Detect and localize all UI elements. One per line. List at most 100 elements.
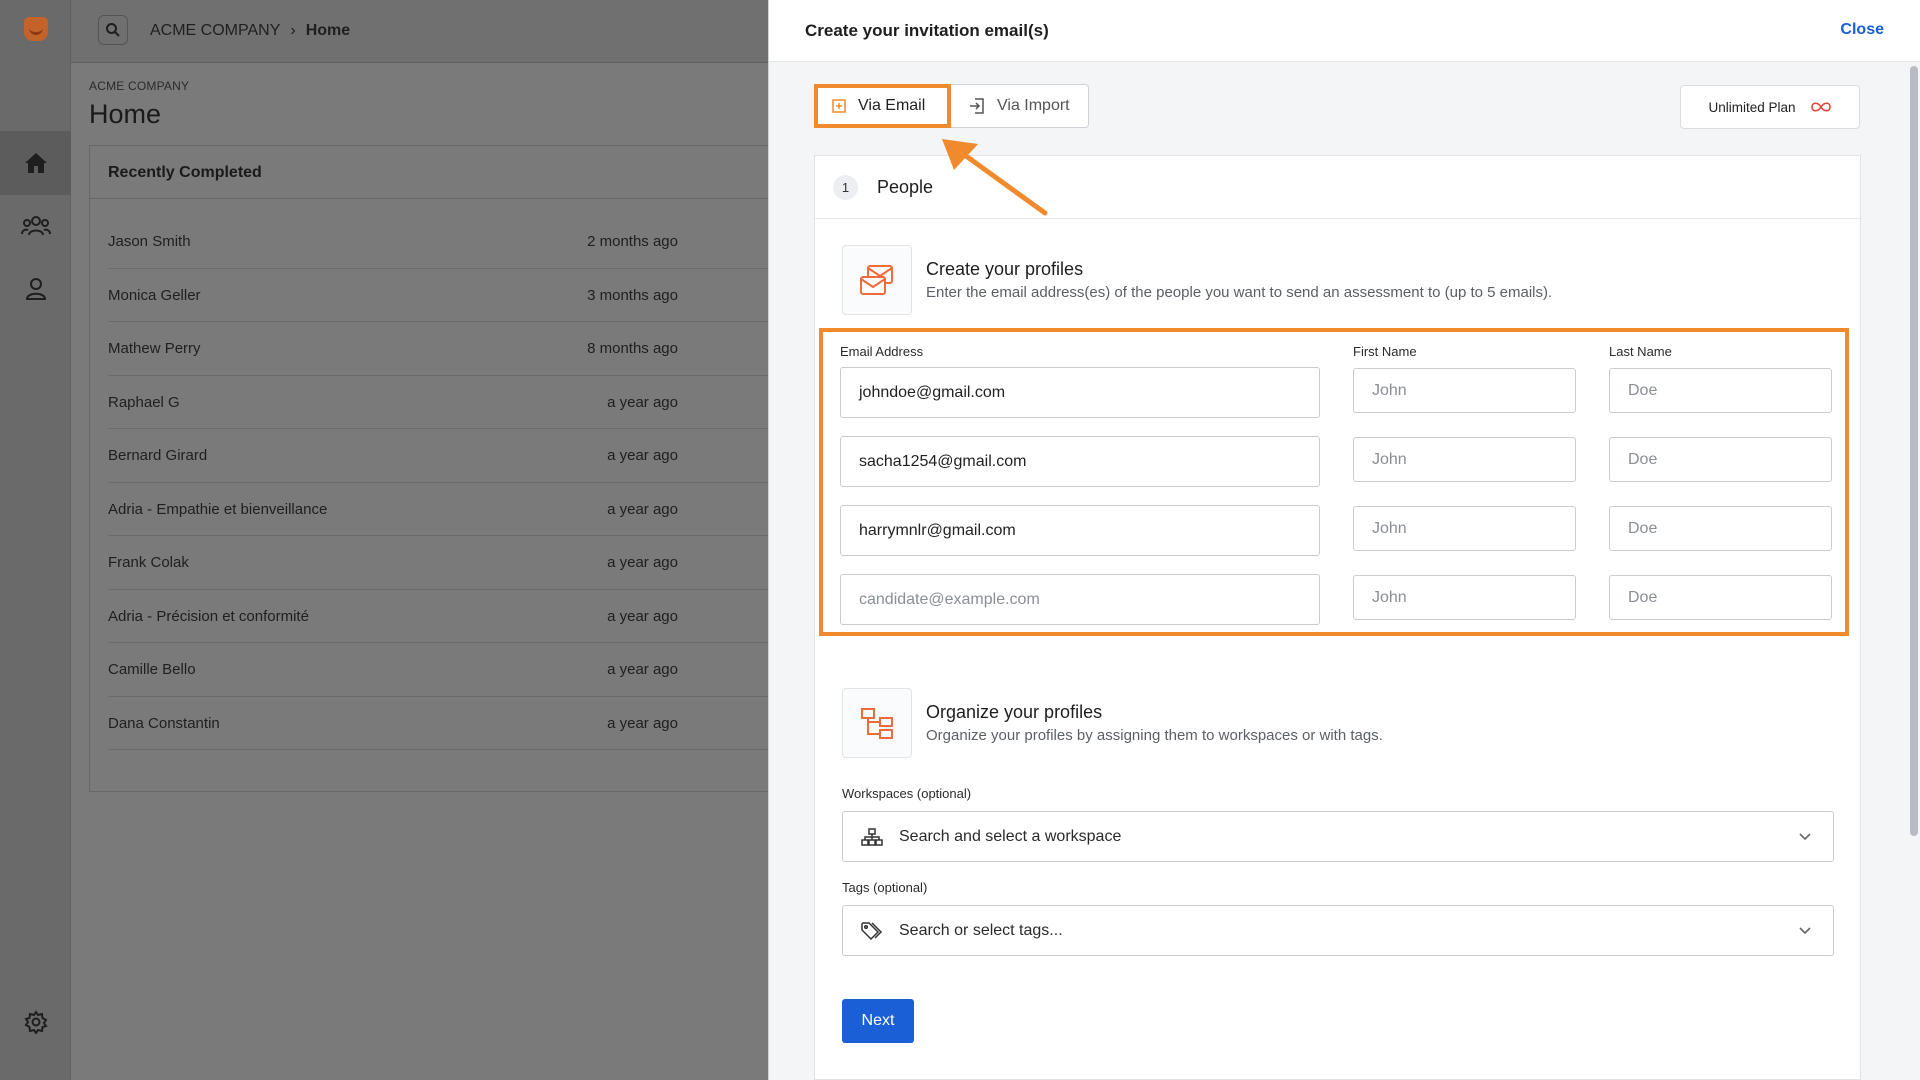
- annotation-arrow-icon: [942, 139, 1048, 216]
- list-item-time: 3 months ago: [587, 286, 678, 304]
- tags-select-placeholder: Search or select tags...: [899, 921, 1063, 939]
- email-column-label: Email Address: [840, 344, 924, 359]
- last-name-field[interactable]: Doe: [1609, 575, 1832, 620]
- hierarchy-icon: [861, 827, 883, 846]
- list-item-time: a year ago: [607, 500, 678, 518]
- list-item-name: Raphael G: [108, 393, 180, 411]
- breadcrumb: ACME COMPANY › Home: [150, 22, 350, 40]
- organize-profiles-subtitle: Organize your profiles by assigning them…: [926, 727, 1383, 744]
- list-item-name: Monica Geller: [108, 286, 201, 304]
- nav-home[interactable]: [0, 131, 71, 195]
- tags-label: Tags (optional): [842, 880, 928, 895]
- list-item[interactable]: Jason Smith 2 months ago: [108, 215, 770, 269]
- list-item[interactable]: Camille Bello a year ago: [108, 643, 770, 697]
- create-profiles-section: Create your profiles Enter the email add…: [842, 245, 1552, 315]
- home-icon: [24, 153, 47, 173]
- invite-method-tabs: Via Email Via Import: [814, 84, 1089, 128]
- recently-completed-list: Jason Smith 2 months ago Monica Geller 3 m…: [90, 199, 788, 750]
- email-field[interactable]: harrymnlr@gmail.com: [840, 505, 1320, 556]
- app-logo[interactable]: [24, 17, 48, 41]
- organize-profiles-section: Organize your profiles Organize your pro…: [842, 688, 1383, 758]
- plan-label: Unlimited Plan: [1708, 99, 1796, 115]
- first-name-column-label: First Name: [1353, 344, 1417, 359]
- last-name-field[interactable]: Doe: [1609, 506, 1832, 551]
- tab-via-import-label: Via Import: [997, 97, 1070, 114]
- first-name-field[interactable]: John: [1353, 575, 1576, 620]
- close-button[interactable]: Close: [1840, 21, 1884, 39]
- organize-profiles-icon-box: [842, 688, 912, 758]
- list-item[interactable]: Adria - Empathie et bienveillance a year …: [108, 483, 770, 536]
- list-item-name: Adria - Empathie et bienveillance: [108, 500, 328, 518]
- panel-header: Create your invitation email(s) Close: [769, 0, 1920, 62]
- org-tree-icon: [861, 708, 893, 739]
- list-item-name: Camille Bello: [108, 661, 196, 678]
- email-field[interactable]: sacha1254@gmail.com: [840, 436, 1320, 487]
- tab-via-import[interactable]: Via Import: [951, 84, 1089, 128]
- create-profiles-subtitle: Enter the email address(es) of the peopl…: [926, 284, 1553, 301]
- workspace-select-placeholder: Search and select a workspace: [899, 827, 1122, 845]
- workspace-select[interactable]: Search and select a workspace: [842, 811, 1834, 862]
- scrollbar[interactable]: [1910, 66, 1918, 836]
- organize-profiles-text: Organize your profiles Organize your pro…: [926, 702, 1383, 744]
- users-group-icon: [20, 216, 51, 236]
- top-bar: ACME COMPANY › Home: [71, 0, 771, 63]
- email-field[interactable]: candidate@example.com: [840, 574, 1320, 625]
- list-item[interactable]: Frank Colak a year ago: [108, 536, 770, 590]
- nav-settings[interactable]: [0, 990, 71, 1054]
- gear-icon: [23, 1010, 48, 1034]
- list-item-name: Frank Colak: [108, 554, 189, 571]
- page-header: ACME COMPANY Home: [89, 79, 189, 130]
- recently-completed-title: Recently Completed: [90, 146, 788, 199]
- list-item[interactable]: Monica Geller 3 months ago: [108, 269, 770, 322]
- organize-profiles-title: Organize your profiles: [926, 702, 1103, 722]
- list-item[interactable]: Adria - Précision et conformité a year ag…: [108, 590, 770, 643]
- chevron-down-icon: [1799, 927, 1811, 935]
- import-icon: [970, 98, 984, 114]
- mail-stack-icon: [860, 265, 893, 295]
- user-icon: [25, 278, 46, 300]
- last-name-field[interactable]: Doe: [1609, 437, 1832, 482]
- list-item-name: Adria - Précision et conformité: [108, 607, 309, 625]
- panel-title: Create your invitation email(s): [805, 21, 1049, 40]
- workspaces-label: Workspaces (optional): [842, 786, 972, 801]
- search-button[interactable]: [98, 15, 128, 45]
- list-item-time: a year ago: [607, 554, 678, 571]
- last-name-column-label: Last Name: [1609, 344, 1672, 359]
- list-item[interactable]: Dana Constantin a year ago: [108, 697, 770, 750]
- step-label: People: [877, 177, 934, 197]
- list-item-time: a year ago: [607, 714, 678, 732]
- list-item[interactable]: Mathew Perry 8 months ago: [108, 322, 770, 376]
- infinity-icon: [1810, 102, 1831, 112]
- list-item[interactable]: Raphael G a year ago: [108, 376, 770, 429]
- next-button[interactable]: Next: [842, 999, 914, 1043]
- breadcrumb-company[interactable]: ACME COMPANY: [150, 22, 280, 40]
- nav-profile[interactable]: [0, 257, 71, 321]
- breadcrumb-separator: ›: [290, 22, 296, 39]
- tab-via-email[interactable]: Via Email: [814, 84, 951, 128]
- tag-icon: [861, 921, 883, 940]
- first-name-field[interactable]: John: [1353, 437, 1576, 482]
- last-name-field[interactable]: Doe: [1609, 368, 1832, 413]
- plus-square-icon: [832, 99, 846, 113]
- list-item-time: a year ago: [607, 447, 678, 464]
- nav-teams[interactable]: [0, 194, 71, 258]
- tags-select[interactable]: Search or select tags...: [842, 905, 1834, 956]
- list-item-name: Bernard Girard: [108, 447, 208, 464]
- recently-completed-card: Recently Completed Jason Smith 2 months a…: [89, 145, 789, 792]
- list-item-time: a year ago: [607, 393, 678, 411]
- page-title: Home: [89, 99, 162, 129]
- tab-via-email-label: Via Email: [858, 97, 926, 114]
- chevron-down-icon: [1799, 833, 1811, 841]
- first-name-field[interactable]: John: [1353, 506, 1576, 551]
- first-name-field[interactable]: John: [1353, 368, 1576, 413]
- left-rail: [0, 0, 71, 1080]
- list-item-time: 8 months ago: [587, 340, 678, 357]
- email-field[interactable]: johndoe@gmail.com: [840, 367, 1320, 418]
- list-item-time: a year ago: [607, 661, 678, 678]
- list-item-time: a year ago: [607, 607, 678, 625]
- step-number: 1: [833, 175, 858, 200]
- list-item-name: Jason Smith: [108, 233, 191, 250]
- plan-badge: Unlimited Plan: [1680, 85, 1860, 129]
- list-item-name: Mathew Perry: [108, 340, 201, 357]
- list-item[interactable]: Bernard Girard a year ago: [108, 429, 770, 483]
